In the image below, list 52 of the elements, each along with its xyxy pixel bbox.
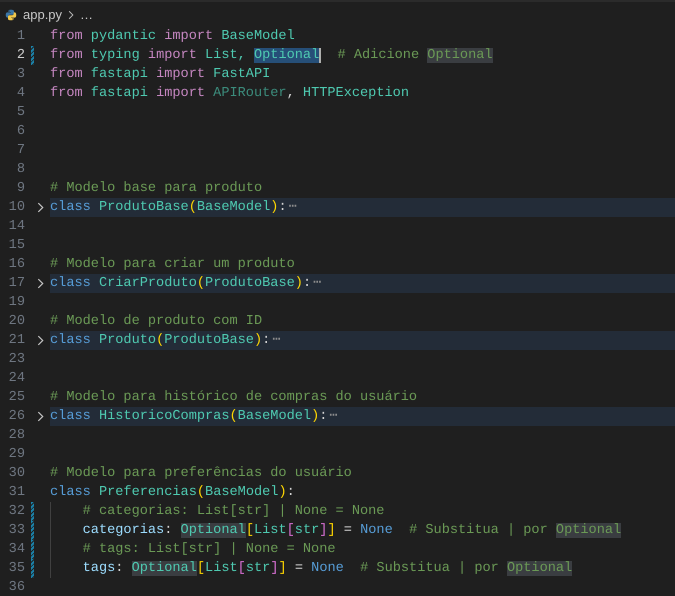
chevron-right-icon[interactable] xyxy=(37,411,44,422)
line-number: 2 xyxy=(16,47,25,65)
line-number: 9 xyxy=(16,180,25,198)
chevron-right-icon[interactable] xyxy=(37,202,44,213)
code-line: # tags: List[str] | None = None xyxy=(50,540,675,559)
line-number: 29 xyxy=(8,446,25,464)
code-line: from pydantic import BaseModel xyxy=(50,28,296,46)
line-number: 4 xyxy=(16,85,25,103)
line-number: 36 xyxy=(8,579,25,596)
chevron-right-icon xyxy=(68,10,74,20)
code-line: # Modelo para preferências do usuário xyxy=(50,465,353,483)
line-number: 30 xyxy=(8,465,25,483)
line-number: 23 xyxy=(8,351,25,369)
line-number: 32 xyxy=(8,503,25,521)
line-number: 33 xyxy=(8,522,25,540)
line-number: 10 xyxy=(8,199,25,217)
code-line: from fastapi import FastAPI xyxy=(50,66,272,84)
line-number: 25 xyxy=(8,389,25,407)
line-number: 17 xyxy=(8,275,25,293)
line-number: 16 xyxy=(8,256,25,274)
line-number: 24 xyxy=(8,370,25,388)
line-number: 7 xyxy=(16,142,25,160)
code-line: # Modelo para criar um produto xyxy=(50,256,296,274)
line-number: 26 xyxy=(8,408,25,426)
chevron-right-icon[interactable] xyxy=(37,278,44,289)
line-number: 5 xyxy=(16,104,25,122)
chevron-right-icon[interactable] xyxy=(37,335,44,346)
code-line: from typing import List, Optional # Adicione Optional xyxy=(50,47,494,65)
code-line: # Modelo para histórico de compras do usuário xyxy=(50,389,418,407)
line-number: 15 xyxy=(8,237,25,255)
code-line: # Modelo de produto com ID xyxy=(50,313,264,331)
line-number: 14 xyxy=(8,218,25,236)
line-number: 21 xyxy=(8,332,25,350)
line-number: 19 xyxy=(8,294,25,312)
line-number: 3 xyxy=(16,66,25,84)
line-number: 1 xyxy=(16,28,25,46)
line-number: 31 xyxy=(8,484,25,502)
line-number: 20 xyxy=(8,313,25,331)
code-line: from fastapi import APIRouter, HTTPException xyxy=(50,85,410,103)
line-number: 34 xyxy=(8,541,25,559)
breadcrumb-more[interactable]: … xyxy=(80,7,94,22)
code-line: # categorias: List[str] | None = None xyxy=(50,502,675,521)
code-line: categorias: Optional[List[str]] = None # Substitua | por Optional xyxy=(50,521,675,540)
line-number: 28 xyxy=(8,427,25,445)
line-number: 35 xyxy=(8,560,25,578)
line-number: 8 xyxy=(16,161,25,179)
code-line: tags: Optional[List[str]] = None # Substitua | por Optional xyxy=(50,559,675,578)
code-line: class Preferencias(BaseModel): xyxy=(50,484,296,502)
code-line: # Modelo base para produto xyxy=(50,180,264,198)
line-number: 6 xyxy=(16,123,25,141)
breadcrumb-file[interactable]: app.py xyxy=(23,7,62,22)
python-file-icon xyxy=(5,8,17,20)
